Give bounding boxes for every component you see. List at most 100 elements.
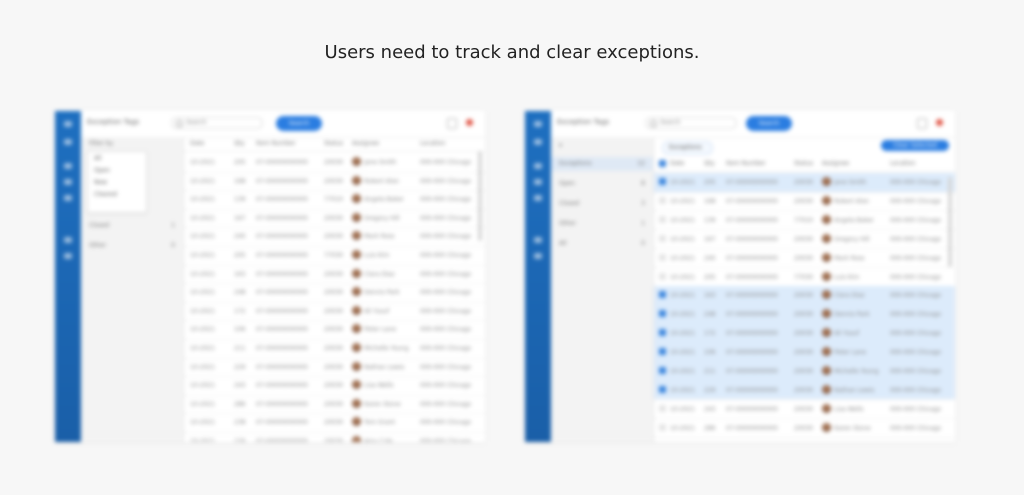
tag-icon[interactable] [534, 163, 542, 169]
user-icon[interactable] [534, 253, 542, 259]
close-icon[interactable] [466, 119, 473, 126]
clear-selected-button[interactable]: Clear Selected [881, 140, 949, 151]
table-row[interactable]: 10-2021 172 07-00000000000 20030 Ali Yusuf 00… [654, 324, 955, 344]
table-row[interactable]: 10-2021 167 07-00000000000 20030 Gregory Hil… [654, 230, 955, 250]
panel-item[interactable]: Closed 1 [81, 219, 183, 233]
table-row[interactable]: 10-2021 243 07-00000000000 20030 Lisa Wells 0… [654, 400, 955, 420]
table-row[interactable]: 10-2021 286 07-00000000000 20030 Karen Stone… [654, 419, 955, 439]
filter-dropdown[interactable]: All Open New Cleared [87, 151, 147, 213]
column-header[interactable]: Status [794, 160, 813, 167]
row-checkbox[interactable] [659, 404, 666, 412]
row-checkbox[interactable] [659, 253, 666, 261]
table-row[interactable]: 10-2021 286 07-00000000000 20030 Karen Stone… [184, 395, 485, 415]
column-header[interactable]: Location [890, 160, 915, 167]
table-row[interactable]: 10-2021 248 07-00000000000 20030 Dennis Park… [184, 283, 485, 303]
table-row[interactable]: 10-2021 106 07-00000000000 20030 Peter Lane 0… [654, 343, 955, 363]
settings-icon[interactable] [64, 237, 72, 243]
table-row[interactable]: 10-2021 205 07-00000000000 77030 Luis Kim 000… [184, 246, 485, 266]
scrollbar[interactable] [948, 177, 952, 267]
panel-item[interactable]: Exceptions 12 [551, 157, 653, 171]
table-row[interactable]: 10-2021 229 07-00000000000 20030 Nathan Lewi… [184, 358, 485, 378]
table-row[interactable]: 10-2021 240 07-00000000000 20030 Mark Ross 00… [184, 227, 485, 247]
column-header[interactable]: Status [324, 140, 343, 147]
print-icon[interactable] [917, 118, 927, 129]
search-input[interactable]: Search [645, 117, 737, 129]
table-row[interactable]: 10-2021 172 07-00000000000 20030 Ali Yusuf 00… [184, 302, 485, 322]
panel-item[interactable]: All 0 [551, 237, 653, 251]
list-icon[interactable] [64, 179, 72, 185]
table-row[interactable]: 10-2021 139 07-00000000000 77010 Angela Bake… [184, 190, 485, 210]
filter-by[interactable]: Filter by [81, 137, 183, 151]
table-row[interactable]: 10-2021 226 07-00000000000 20030 Amy Cole 000… [184, 432, 485, 442]
home-icon[interactable] [64, 139, 72, 145]
home-icon[interactable] [534, 139, 542, 145]
settings-icon[interactable] [534, 237, 542, 243]
table-row[interactable]: 10-2021 168 07-00000000000 20030 Robert Alan… [184, 172, 485, 192]
menu-icon[interactable] [64, 121, 72, 127]
table-row[interactable]: 10-2021 163 07-00000000000 20030 Clara Diaz 0… [184, 265, 485, 285]
table-row[interactable]: 10-2021 106 07-00000000000 20030 Peter Lane 0… [184, 320, 485, 340]
table-row[interactable]: 10-2021 163 07-00000000000 20030 Clara Diaz 0… [654, 286, 955, 306]
search-input[interactable]: Search [171, 117, 263, 129]
dropdown-option[interactable]: New [94, 179, 107, 186]
search-button[interactable]: Search [746, 116, 792, 131]
table-row[interactable]: 10-2021 240 07-00000000000 20030 Mark Ross 00… [654, 249, 955, 269]
column-header[interactable]: Date [190, 140, 204, 147]
table-row[interactable]: 10-2021 167 07-00000000000 20030 Gregory Hil… [184, 209, 485, 229]
table-row[interactable]: 10-2021 248 07-00000000000 20030 Dennis Park… [654, 305, 955, 325]
panel-item[interactable]: Closed 3 [551, 197, 653, 211]
row-checkbox[interactable] [659, 234, 666, 242]
tag-icon[interactable] [64, 163, 72, 169]
print-icon[interactable] [447, 118, 457, 129]
scrollbar[interactable] [478, 151, 482, 241]
menu-icon[interactable] [534, 121, 542, 127]
panel-item[interactable]: Other 1 [551, 217, 653, 231]
avatar [352, 343, 361, 352]
filter-chip[interactable]: Exceptions [662, 141, 713, 155]
column-header[interactable]: Item Number [256, 140, 296, 147]
chart-icon[interactable] [534, 195, 542, 201]
table-row[interactable]: 10-2021 168 07-00000000000 20030 Robert Alan… [654, 192, 955, 212]
table-row[interactable]: 10-2021 205 07-00000000000 20030 Jane Smith 0… [184, 153, 485, 173]
chart-icon[interactable] [64, 195, 72, 201]
avatar [822, 347, 831, 357]
location-cell: 000-000 Chicago [890, 349, 942, 357]
row-checkbox[interactable] [659, 385, 666, 393]
column-header[interactable]: Item Number [726, 160, 766, 167]
select-all-checkbox[interactable] [659, 160, 666, 167]
filter-by[interactable]: ▾ [551, 139, 653, 153]
column-header[interactable]: Location [420, 140, 445, 147]
table-row[interactable]: 10-2021 243 07-00000000000 20030 Lisa Wells 0… [184, 376, 485, 396]
column-header[interactable]: Qty [234, 140, 245, 147]
table-row[interactable]: 10-2021 229 07-00000000000 20030 Nathan Lewi… [654, 380, 955, 401]
row-checkbox[interactable] [659, 272, 666, 280]
panel-item[interactable]: Other 0 [81, 239, 183, 253]
row-checkbox[interactable] [659, 196, 666, 204]
row-checkbox[interactable] [659, 367, 666, 374]
dropdown-option[interactable]: Cleared [94, 191, 117, 198]
user-icon[interactable] [64, 253, 72, 259]
column-header[interactable]: Assignee [822, 160, 849, 167]
row-checkbox[interactable] [659, 329, 666, 337]
table-row[interactable]: 10-2021 139 07-00000000000 77010 Angela Bake… [654, 211, 955, 231]
table-row[interactable]: 10-2021 205 07-00000000000 77030 Luis Kim 000… [654, 268, 955, 288]
panel-item[interactable]: Open 8 [551, 177, 653, 191]
list-icon[interactable] [534, 179, 542, 185]
table-row[interactable]: 10-2021 205 07-00000000000 20030 Jane Smith 0… [654, 173, 955, 193]
close-icon[interactable] [936, 119, 943, 126]
column-header[interactable]: Assignee [352, 140, 379, 147]
table-row[interactable]: 10-2021 211 07-00000000000 20030 Michelle Yo… [184, 339, 485, 359]
dropdown-option[interactable]: Open [94, 167, 110, 174]
row-checkbox[interactable] [659, 215, 666, 223]
row-checkbox[interactable] [659, 178, 666, 185]
column-header[interactable]: Qty [704, 160, 715, 167]
table-row[interactable]: 10-2021 211 07-00000000000 20030 Michelle Yo… [654, 362, 955, 382]
row-checkbox[interactable] [659, 291, 666, 299]
row-checkbox[interactable] [659, 310, 666, 318]
search-button[interactable]: Search [276, 116, 322, 131]
table-row[interactable]: 10-2021 238 07-00000000000 20030 Tom Grant 00… [184, 413, 485, 433]
row-checkbox[interactable] [659, 423, 666, 431]
row-checkbox[interactable] [659, 348, 666, 356]
dropdown-option[interactable]: All [94, 155, 101, 162]
column-header[interactable]: Date [670, 160, 684, 167]
